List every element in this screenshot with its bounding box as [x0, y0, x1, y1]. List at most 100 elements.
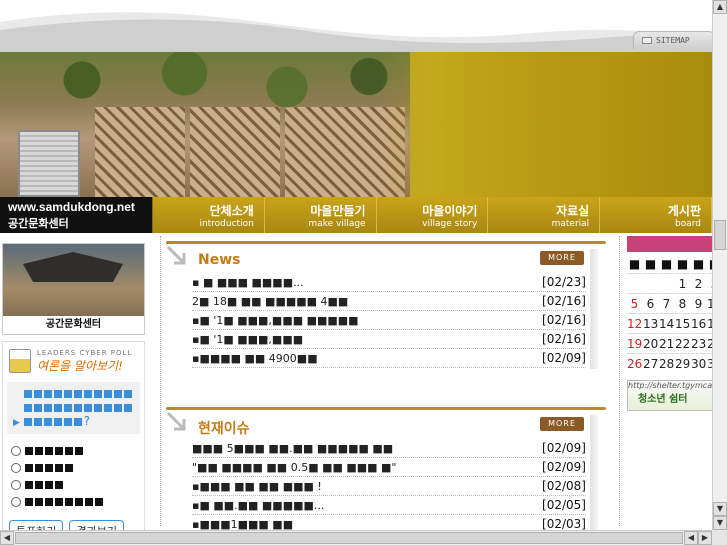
issue-headline: ▪■■■ ■■ ■■ ■■■ !	[192, 479, 322, 493]
news-date: [02/16]	[542, 332, 586, 346]
calendar-day[interactable]: 30	[691, 355, 706, 372]
calendar-day[interactable]: 14	[659, 315, 674, 334]
news-date: [02/09]	[542, 351, 586, 365]
issues-more-button[interactable]: MORE	[540, 417, 584, 431]
shelter-label: 청소년 쉼터	[638, 394, 688, 405]
issue-row[interactable]: ■■■ 5■■■ ■■.■■ ■■■■■ ■■ [02/09]	[192, 439, 586, 458]
poll-options	[3, 436, 144, 516]
horizontal-scrollbar[interactable]: ◀ ◀ ▶	[0, 530, 712, 545]
nav-sublabel: material	[551, 218, 590, 229]
panel-shadow	[590, 249, 598, 369]
calendar-day[interactable]: 27	[643, 355, 658, 372]
calendar-day[interactable]: 7	[659, 295, 674, 314]
calendar-day[interactable]: 19	[627, 335, 642, 354]
site-url: www.samdukdong.net	[8, 200, 135, 214]
radio-button[interactable]	[11, 496, 21, 507]
scroll-right-icon[interactable]: ▶	[698, 531, 712, 545]
scroll-down-icon[interactable]: ▼	[713, 502, 727, 516]
scrollbar-corner	[712, 530, 727, 545]
radio-button[interactable]	[11, 445, 21, 456]
calendar-day[interactable]: 28	[659, 355, 674, 372]
calendar-day[interactable]: 20	[643, 335, 658, 354]
calendar-day[interactable]: 21	[659, 335, 674, 354]
news-headline: ▪■ '1■ ■■■,■■■ ■■■■■	[192, 313, 359, 327]
issue-row[interactable]: "■■ ■■■■ ■■ 0.5■ ■■ ■■■ ■" [02/09]	[192, 458, 586, 477]
center-promo-banner[interactable]: 공간문화센터 samdukdong.net	[2, 243, 145, 335]
nav-label: 마을이야기	[422, 203, 478, 218]
news-headline: ▪■■■■ ■■ 4900■■	[192, 351, 318, 365]
wave-graphic	[0, 12, 712, 52]
calendar-weekday: ■	[691, 255, 706, 274]
issues-panel: 현재이슈 MORE ■■■ 5■■■ ■■.■■ ■■■■■ ■■ [02/09]…	[166, 407, 606, 535]
news-row[interactable]: 2■ 18■ ■■ ■■■■■ 4■■ [02/16]	[192, 292, 586, 311]
issue-row[interactable]: ▪■■■ ■■ ■■ ■■■ ! [02/08]	[192, 477, 586, 496]
nav-sublabel: introduction	[199, 218, 254, 229]
poll-option-text	[25, 461, 75, 475]
vertical-scroll-thumb[interactable]	[714, 220, 726, 250]
promo-caption: 공간문화센터 samdukdong.net	[3, 316, 144, 334]
news-row[interactable]: ▪■ '1■ ■■■,■■■ [02/16]	[192, 330, 586, 349]
scroll-up-icon[interactable]: ▲	[713, 0, 727, 14]
garage-door	[18, 130, 80, 197]
scroll-down-icon[interactable]: ▼	[713, 516, 727, 530]
news-row[interactable]: ▪■ '1■ ■■■,■■■ ■■■■■ [02/16]	[192, 311, 586, 330]
poll-option[interactable]	[11, 459, 136, 476]
news-panel: News MORE ▪ ■ ■■■ ■■■■... [02/23] 2■ 18■ …	[166, 241, 606, 376]
calendar-day[interactable]: 8	[675, 295, 690, 314]
shelter-banner[interactable]: http://shelter.tgymca.or 청소년 쉼터	[627, 380, 713, 411]
calendar-day[interactable]: 2	[691, 275, 706, 294]
calendar-day[interactable]: 29	[675, 355, 690, 372]
issue-date: [02/09]	[542, 460, 586, 474]
calendar-day[interactable]: 5	[627, 295, 642, 314]
issue-row[interactable]: ▪■ ■■.■■ ■■■■■... [02/05]	[192, 496, 586, 515]
calendar-day[interactable]: 22	[675, 335, 690, 354]
news-title: News	[198, 252, 241, 268]
calendar-day[interactable]: 15	[675, 315, 690, 334]
calendar-grid: ■■■■■■1235678910121314151617192021222324…	[627, 255, 713, 372]
issue-date: [02/03]	[542, 517, 586, 531]
news-more-button[interactable]: MORE	[540, 251, 584, 265]
main-nav: 단체소개 introduction 마을만들기 make village 마을이…	[152, 197, 712, 233]
poll-option[interactable]	[11, 493, 136, 510]
issues-list: ■■■ 5■■■ ■■.■■ ■■■■■ ■■ [02/09] "■■ ■■■■ …	[192, 439, 586, 534]
radio-button[interactable]	[11, 462, 21, 473]
sitemap-link[interactable]: SITEMAP	[633, 31, 715, 49]
nav-make-village[interactable]: 마을만들기 make village	[265, 197, 377, 233]
triangle-icon: ▶	[13, 418, 20, 428]
site-logo[interactable]: www.samdukdong.net 공간문화센터	[0, 197, 152, 233]
nav-board[interactable]: 게시판 board	[600, 197, 712, 233]
poll-label: LEADERS CYBER POLL	[37, 348, 133, 357]
nav-material[interactable]: 자료실 material	[488, 197, 601, 233]
calendar-weekday: ■	[659, 255, 674, 274]
scroll-left-icon[interactable]: ◀	[0, 531, 14, 545]
issue-date: [02/05]	[542, 498, 586, 512]
radio-button[interactable]	[11, 479, 21, 490]
poll-option[interactable]	[11, 476, 136, 493]
scroll-left-icon[interactable]: ◀	[684, 531, 698, 545]
news-list: ▪ ■ ■■■ ■■■■... [02/23] 2■ 18■ ■■ ■■■■■ 4…	[192, 273, 586, 368]
poll-option-text	[25, 444, 85, 458]
news-row[interactable]: ▪■■■■ ■■ 4900■■ [02/09]	[192, 349, 586, 368]
horizontal-scroll-thumb[interactable]	[15, 532, 683, 544]
nav-village-story[interactable]: 마을이야기 village story	[377, 197, 489, 233]
column-divider	[619, 236, 620, 526]
calendar-day[interactable]: 26	[627, 355, 642, 372]
nav-label: 자료실	[556, 203, 590, 218]
nav-introduction[interactable]: 단체소개 introduction	[153, 197, 265, 233]
calendar-day[interactable]: 6	[643, 295, 658, 314]
vertical-scrollbar[interactable]: ▲ ▼ ▼	[712, 0, 727, 530]
poll-question: ▶ ?	[7, 382, 140, 434]
calendar-day[interactable]: 9	[691, 295, 706, 314]
calendar-day[interactable]: 1	[675, 275, 690, 294]
news-row[interactable]: ▪ ■ ■■■ ■■■■... [02/23]	[192, 273, 586, 292]
calendar-day[interactable]: 12	[627, 315, 642, 334]
calendar-header	[627, 236, 713, 252]
poll-option[interactable]	[11, 442, 136, 459]
calendar-day[interactable]: 23	[691, 335, 706, 354]
calendar-day[interactable]: 16	[691, 315, 706, 334]
issue-headline: ■■■ 5■■■ ■■.■■ ■■■■■ ■■	[192, 441, 394, 455]
banner-photo	[0, 52, 410, 197]
left-column: 공간문화센터 samdukdong.net LEADERS CYBER POLL…	[0, 243, 150, 542]
ballot-box-icon	[9, 349, 31, 373]
calendar-day[interactable]: 13	[643, 315, 658, 334]
